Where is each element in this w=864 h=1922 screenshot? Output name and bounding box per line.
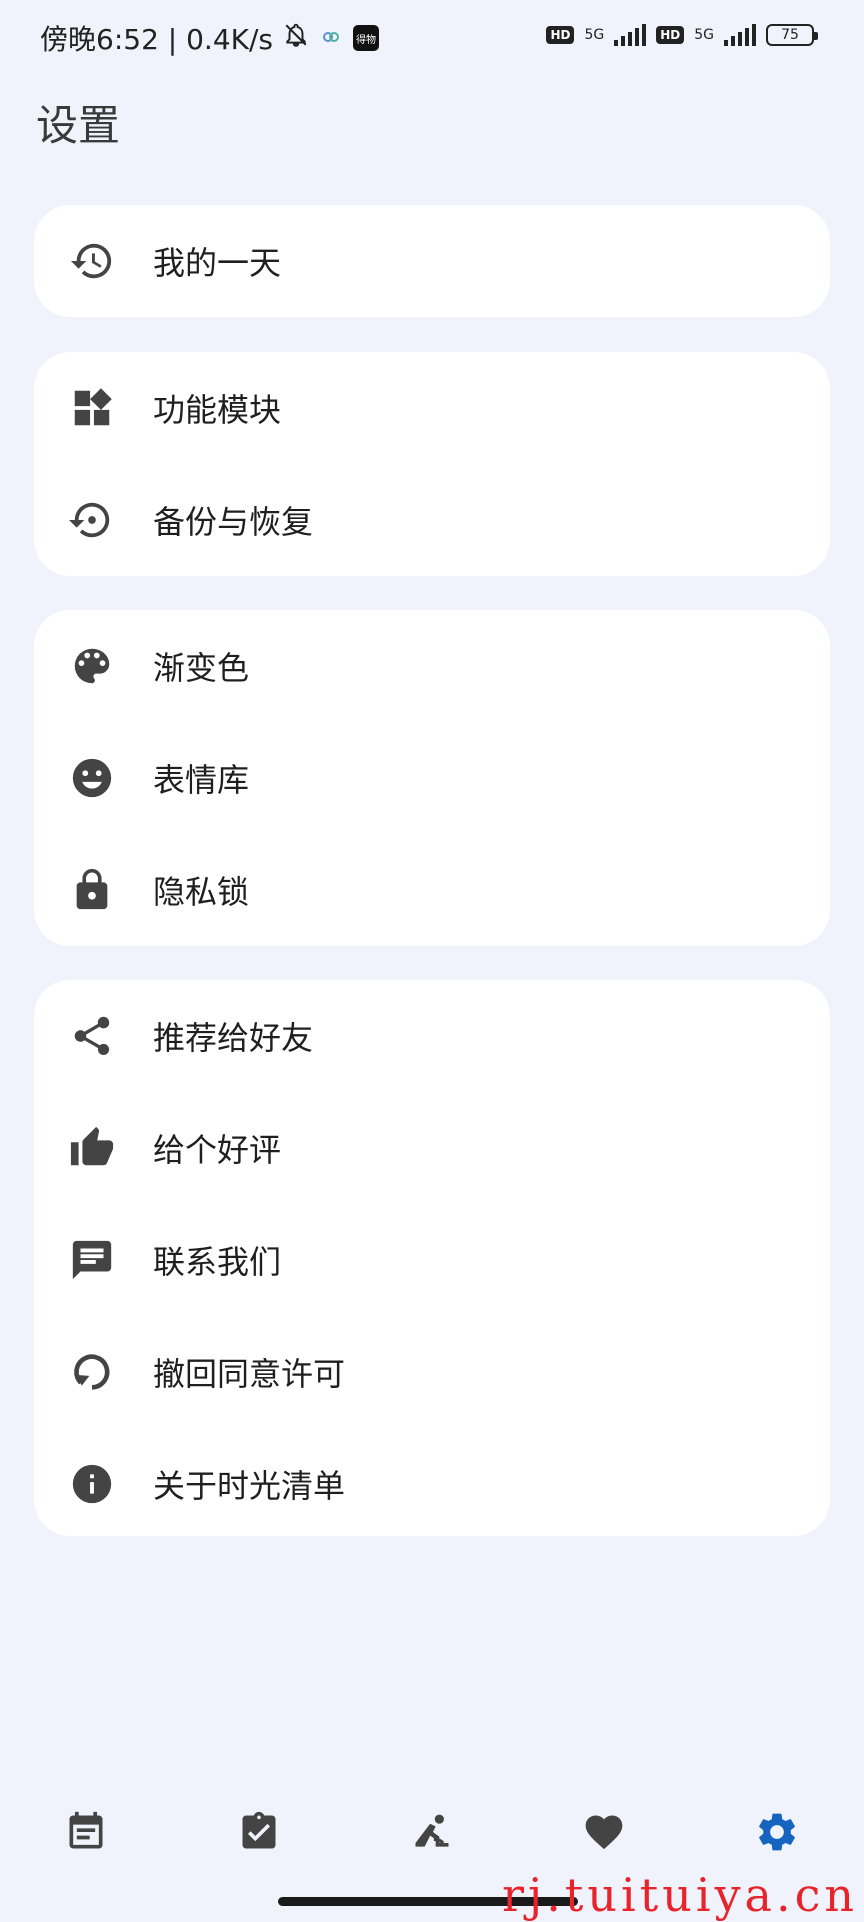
- cloud-sync-icon: [319, 22, 343, 55]
- settings-group-1: 我的一天: [34, 205, 830, 317]
- calendar-icon: [64, 1810, 108, 1858]
- mute-bell-icon: [283, 21, 309, 56]
- settings-item-label: 隐私锁: [153, 873, 250, 911]
- nav-tab-favorites[interactable]: [580, 1810, 628, 1858]
- hd-badge-2: HD: [656, 26, 685, 44]
- revoke-icon: [69, 1349, 115, 1395]
- settings-item-label: 我的一天: [153, 244, 282, 282]
- heart-icon: [582, 1810, 626, 1858]
- widgets-icon: [69, 385, 115, 431]
- settings-item-backup-restore[interactable]: 备份与恢复: [34, 464, 830, 576]
- smiley-icon: [69, 755, 115, 801]
- nav-tab-tasks[interactable]: [235, 1810, 283, 1858]
- nav-tab-focus[interactable]: [408, 1810, 456, 1858]
- history-icon: [69, 238, 115, 284]
- settings-group-2: 功能模块 备份与恢复: [34, 352, 830, 576]
- settings-group-4: 推荐给好友 给个好评 联系我们 撤回同意许可 关于时光清单: [34, 980, 830, 1536]
- status-right: HD 5G HD 5G 75: [546, 24, 818, 46]
- settings-item-contact[interactable]: 联系我们: [34, 1204, 830, 1316]
- settings-item-label: 关于时光清单: [153, 1467, 346, 1505]
- settings-item-label: 给个好评: [153, 1131, 282, 1169]
- restore-icon: [69, 497, 115, 543]
- network-type-2: 5G: [694, 27, 714, 43]
- network-type-1: 5G: [584, 27, 605, 43]
- settings-group-3: 渐变色 表情库 隐私锁: [34, 610, 830, 946]
- app-badge-label: 得物: [356, 34, 377, 46]
- thumbs-up-icon: [69, 1125, 115, 1171]
- settings-item-label: 推荐给好友: [153, 1019, 314, 1057]
- settings-item-revoke-consent[interactable]: 撤回同意许可: [34, 1316, 830, 1428]
- share-icon: [69, 1013, 115, 1059]
- settings-item-label: 撤回同意许可: [153, 1355, 346, 1393]
- meditation-icon: [410, 1810, 454, 1858]
- chat-icon: [69, 1237, 115, 1283]
- settings-item-label: 备份与恢复: [153, 503, 314, 541]
- settings-item-gradient[interactable]: 渐变色: [34, 610, 830, 722]
- settings-item-label: 联系我们: [153, 1243, 282, 1281]
- settings-item-my-day[interactable]: 我的一天: [34, 205, 830, 317]
- status-left: 傍晚6:52 | 0.4K/s 得物: [40, 18, 380, 58]
- settings-item-emoji-library[interactable]: 表情库: [34, 722, 830, 834]
- settings-item-rate[interactable]: 给个好评: [34, 1092, 830, 1204]
- palette-icon: [69, 643, 115, 689]
- nav-tab-calendar[interactable]: [62, 1810, 110, 1858]
- settings-item-label: 功能模块: [153, 391, 282, 429]
- app-badge-icon: 得物: [353, 25, 380, 51]
- nav-tab-settings[interactable]: [753, 1810, 801, 1858]
- battery-icon: 75: [766, 24, 818, 46]
- status-time: 傍晚6:52 | 0.4K/s: [40, 23, 274, 56]
- settings-item-privacy-lock[interactable]: 隐私锁: [34, 834, 830, 946]
- settings-item-feature-modules[interactable]: 功能模块: [34, 352, 830, 464]
- task-check-icon: [237, 1810, 281, 1858]
- settings-item-label: 表情库: [153, 761, 250, 799]
- settings-item-recommend[interactable]: 推荐给好友: [34, 980, 830, 1092]
- status-bar: 傍晚6:52 | 0.4K/s 得物 HD 5G HD 5G 75: [0, 0, 864, 80]
- signal-strength-icon-2: [724, 24, 756, 46]
- settings-item-about[interactable]: 关于时光清单: [34, 1428, 830, 1540]
- settings-gear-icon: [754, 1809, 800, 1859]
- hd-badge-1: HD: [546, 26, 575, 44]
- battery-level: 75: [781, 27, 799, 43]
- settings-item-label: 渐变色: [153, 649, 250, 687]
- watermark-text: rj.tuituiya.cn: [502, 1868, 858, 1922]
- info-icon: [69, 1461, 115, 1507]
- page-title: 设置: [36, 101, 121, 150]
- lock-icon: [69, 867, 115, 913]
- signal-strength-icon-1: [614, 24, 647, 46]
